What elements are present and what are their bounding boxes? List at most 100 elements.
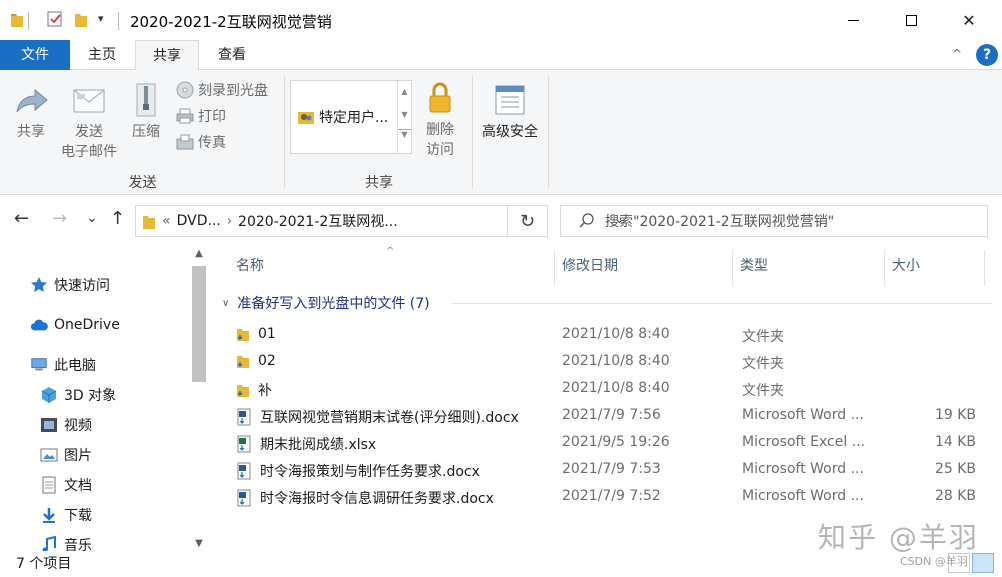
column-header-name[interactable]: 名称 bbox=[228, 246, 554, 286]
column-header-size[interactable]: 大小 bbox=[884, 246, 984, 286]
email-button[interactable]: 发送 电子邮件 bbox=[58, 82, 120, 162]
breadcrumb-current-folder[interactable]: 2020-2021-2互联网视... bbox=[238, 211, 398, 231]
zip-icon bbox=[136, 83, 156, 117]
share-button[interactable]: 共享 bbox=[10, 82, 52, 142]
table-row[interactable]: 互联网视觉营销期末试卷(评分细则).docx 2021/7/9 7:56 Micro… bbox=[212, 402, 992, 429]
burn-label: 刻录到光盘 bbox=[198, 83, 268, 99]
file-type: Microsoft Excel ... bbox=[742, 434, 866, 450]
table-row[interactable]: 02 2021/10/8 8:40 文件夹 bbox=[212, 348, 992, 375]
specific-people-label: 特定用户... bbox=[319, 110, 389, 126]
breadcrumb-separator-icon[interactable]: › bbox=[227, 214, 232, 229]
address-bar[interactable]: « DVD... › 2020-2021-2互联网视... ⌄ bbox=[135, 205, 625, 237]
folder-icon bbox=[236, 382, 250, 398]
nav-item-quick-access[interactable]: 快速访问 bbox=[30, 272, 110, 298]
large-icons-view-button[interactable] bbox=[972, 553, 994, 573]
separator bbox=[472, 76, 473, 188]
file-date: 2021/9/5 19:26 bbox=[562, 434, 670, 450]
forward-button[interactable]: → bbox=[52, 208, 67, 229]
nav-item-label: 3D 对象 bbox=[64, 388, 117, 404]
word-icon bbox=[236, 462, 252, 480]
column-header-date[interactable]: 修改日期 bbox=[554, 246, 732, 286]
nav-item-onedrive[interactable]: OneDrive bbox=[30, 312, 120, 338]
tab-file[interactable]: 文件 bbox=[0, 40, 70, 70]
nav-item-documents[interactable]: 文档 bbox=[40, 472, 92, 498]
nav-item-pictures[interactable]: 图片 bbox=[40, 442, 92, 468]
picture-icon bbox=[40, 446, 58, 464]
group-header[interactable]: ∨ 准备好写入到光盘中的文件 (7) bbox=[222, 293, 430, 313]
scroll-thumb[interactable] bbox=[192, 266, 206, 382]
file-type: 文件夹 bbox=[742, 356, 784, 372]
fax-button[interactable]: 传真 bbox=[176, 132, 226, 152]
print-button[interactable]: 打印 bbox=[176, 106, 226, 126]
file-name-cell[interactable]: 01 bbox=[236, 326, 276, 342]
help-button[interactable]: ? bbox=[976, 44, 998, 66]
burn-to-disc-button[interactable]: 刻录到光盘 bbox=[176, 80, 268, 100]
security-icon bbox=[495, 85, 525, 115]
file-name-cell[interactable]: 时令海报时令信息调研任务要求.docx bbox=[236, 488, 494, 508]
search-box[interactable]: 搜索"2020-2021-2互联网视觉营销" bbox=[560, 205, 988, 237]
tab-home[interactable]: 主页 bbox=[72, 40, 132, 70]
nav-item-music[interactable]: 音乐 bbox=[40, 532, 92, 551]
table-row[interactable]: 01 2021/10/8 8:40 文件夹 bbox=[212, 321, 992, 348]
breadcrumb-dvd[interactable]: DVD... bbox=[177, 213, 221, 229]
nav-item-label: 此电脑 bbox=[54, 358, 96, 374]
scroll-down-icon[interactable]: ▼ bbox=[190, 538, 208, 549]
fax-label: 传真 bbox=[198, 135, 226, 151]
file-date: 2021/7/9 7:52 bbox=[562, 488, 661, 504]
file-date: 2021/10/8 8:40 bbox=[562, 326, 670, 342]
properties-icon[interactable] bbox=[46, 10, 64, 32]
file-date: 2021/7/9 7:56 bbox=[562, 407, 661, 423]
music-icon bbox=[40, 536, 58, 551]
table-row[interactable]: 时令海报时令信息调研任务要求.docx 2021/7/9 7:52 Microsof… bbox=[212, 483, 992, 510]
file-name: 时令海报时令信息调研任务要求.docx bbox=[260, 491, 494, 507]
zip-button[interactable]: 压缩 bbox=[126, 82, 166, 142]
tab-view[interactable]: 查看 bbox=[202, 40, 262, 70]
minimize-button[interactable] bbox=[830, 0, 876, 40]
scroll-up-icon[interactable]: ▲ bbox=[190, 248, 208, 259]
title-bar: ▾ 2020-2021-2互联网视觉营销 ✕ bbox=[0, 0, 1002, 40]
file-type: Microsoft Word ... bbox=[742, 407, 864, 423]
advanced-security-button[interactable]: 高级安全 bbox=[478, 82, 542, 142]
file-name-cell[interactable]: 02 bbox=[236, 353, 276, 369]
specific-people-item[interactable]: 特定用户... bbox=[297, 107, 388, 127]
collapse-ribbon-icon[interactable]: ^ bbox=[952, 47, 962, 61]
ribbon-body: 共享 发送 电子邮件 压缩 刻录到光盘 打印 传真 发送 特定用户... ▲ ▼… bbox=[0, 70, 1002, 195]
folder-icon bbox=[10, 10, 24, 32]
share-with-gallery[interactable]: 特定用户... ▲ ▼ ▼ bbox=[290, 80, 412, 154]
recent-locations-button[interactable]: ⌄ bbox=[86, 210, 98, 226]
film-icon bbox=[40, 416, 58, 434]
table-row[interactable]: 时令海报策划与制作任务要求.docx 2021/7/9 7:53 Microsoft… bbox=[212, 456, 992, 483]
remove-access-button[interactable]: 删除 访问 bbox=[420, 80, 460, 160]
file-name-cell[interactable]: 互联网视觉营销期末试卷(评分细则).docx bbox=[236, 407, 519, 427]
maximize-button[interactable] bbox=[888, 0, 934, 40]
table-row[interactable]: 补 2021/10/8 8:40 文件夹 bbox=[212, 375, 992, 402]
file-name-cell[interactable]: 时令海报策划与制作任务要求.docx bbox=[236, 461, 480, 481]
download-icon bbox=[40, 506, 58, 524]
refresh-icon: ↻ bbox=[519, 210, 536, 232]
new-folder-icon[interactable] bbox=[74, 10, 88, 32]
breadcrumb-overflow[interactable]: « bbox=[162, 213, 171, 229]
nav-item-3d-objects[interactable]: 3D 对象 bbox=[40, 382, 116, 408]
nav-scrollbar[interactable]: ▲ ▼ bbox=[190, 246, 208, 551]
nav-item-this-pc[interactable]: 此电脑 bbox=[30, 352, 96, 378]
up-button[interactable]: ↑ bbox=[110, 208, 125, 229]
file-type: Microsoft Word ... bbox=[742, 488, 864, 504]
back-button[interactable]: ← bbox=[14, 208, 29, 229]
remove-access-label-line2: 访问 bbox=[426, 142, 454, 158]
nav-item-videos[interactable]: 视频 bbox=[40, 412, 92, 438]
file-size: 14 KB bbox=[934, 434, 976, 450]
tab-share[interactable]: 共享 bbox=[135, 40, 199, 71]
refresh-button[interactable]: ↻ bbox=[508, 205, 548, 237]
file-name-cell[interactable]: 补 bbox=[236, 380, 272, 400]
nav-item-downloads[interactable]: 下载 bbox=[40, 502, 92, 528]
nav-item-label: 下载 bbox=[64, 508, 92, 524]
table-row[interactable]: 期末批阅成绩.xlsx 2021/9/5 19:26 Microsoft Excel… bbox=[212, 429, 992, 456]
file-date: 2021/10/8 8:40 bbox=[562, 353, 670, 369]
customize-quick-access-icon[interactable]: ▾ bbox=[98, 12, 104, 25]
close-button[interactable]: ✕ bbox=[946, 0, 992, 40]
gallery-scrollbar[interactable]: ▲ ▼ ▼ bbox=[397, 81, 411, 153]
file-name-cell[interactable]: 期末批阅成绩.xlsx bbox=[236, 434, 376, 454]
column-divider[interactable] bbox=[984, 250, 985, 286]
column-header-type[interactable]: 类型 bbox=[732, 246, 884, 286]
folder-icon bbox=[236, 353, 250, 369]
